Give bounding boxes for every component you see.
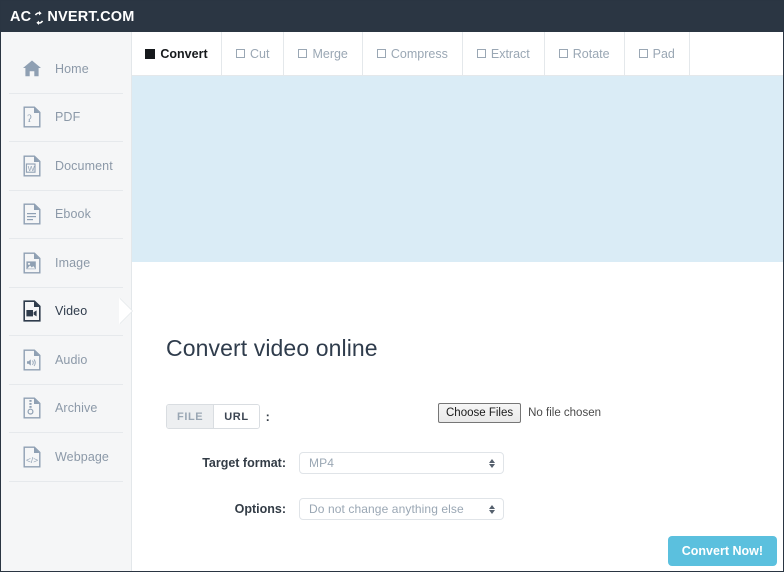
logo-text-prefix: AC (10, 8, 32, 25)
tab-compress[interactable]: Compress (363, 32, 463, 75)
source-toggle-group[interactable]: FILE URL (166, 404, 260, 429)
source-row: FILE URL : (166, 404, 270, 429)
sidebar-item-webpage[interactable]: </> Webpage (9, 433, 123, 482)
options-label: Options: (234, 502, 286, 516)
sidebar-item-pdf[interactable]: ʔ PDF (9, 94, 123, 142)
sidebar-item-image[interactable]: Image (9, 239, 123, 288)
sidebar-item-document[interactable]: W Document (9, 142, 123, 191)
source-toggle-file[interactable]: FILE (167, 405, 215, 428)
options-select[interactable]: Do not change anything else (299, 498, 504, 520)
svg-text:W: W (28, 164, 35, 173)
tab-label: Merge (312, 46, 348, 61)
sidebar-label: Home (55, 61, 89, 76)
app-window: AC NVERT.COM Home ʔ PDF W Document Ebook… (0, 0, 784, 572)
sidebar-item-home[interactable]: Home (9, 45, 123, 94)
file-status-text: No file chosen (528, 407, 601, 419)
sidebar-label: Video (55, 304, 88, 319)
webpage-code-icon: </> (21, 445, 43, 469)
checkbox-empty-icon (298, 49, 308, 58)
sidebar-label: Document (55, 158, 113, 173)
site-logo[interactable]: AC NVERT.COM (10, 9, 135, 25)
source-row-colon: : (265, 409, 270, 424)
pdf-file-icon: ʔ (21, 105, 43, 129)
tab-label: Pad (652, 46, 675, 61)
active-item-pointer (119, 298, 132, 325)
content-area: Convert Cut Merge Compress Extract Rotat… (132, 32, 783, 571)
ebook-file-icon (21, 202, 43, 226)
chevron-updown-icon (489, 456, 495, 470)
advertisement-banner (132, 76, 783, 262)
svg-text:ʔ: ʔ (27, 114, 32, 125)
archive-file-icon (21, 396, 43, 420)
sidebar-item-audio[interactable]: Audio (9, 336, 123, 385)
site-header: AC NVERT.COM (1, 1, 783, 32)
tab-extract[interactable]: Extract (463, 32, 545, 75)
file-upload-input[interactable]: Choose Files No file chosen (438, 403, 601, 423)
conversion-panel: Convert video online FILE URL : Choose F… (132, 262, 783, 571)
source-toggle-url[interactable]: URL (214, 405, 259, 428)
home-icon (21, 57, 43, 81)
sidebar: Home ʔ PDF W Document Ebook Image Video … (1, 32, 132, 571)
chevron-updown-icon (489, 502, 495, 516)
convert-now-button[interactable]: Convert Now! (667, 536, 777, 566)
operation-tabs: Convert Cut Merge Compress Extract Rotat… (132, 32, 783, 76)
choose-files-button[interactable]: Choose Files (438, 403, 522, 423)
tab-pad[interactable]: Pad (625, 32, 690, 75)
sidebar-label: Ebook (55, 207, 91, 222)
audio-file-icon (21, 348, 43, 372)
options-row: Options: Do not change anything else (166, 498, 504, 520)
tab-rotate[interactable]: Rotate (545, 32, 625, 75)
page-title: Convert video online (166, 335, 378, 361)
tab-cut[interactable]: Cut (222, 32, 285, 75)
tab-label: Convert (160, 46, 208, 61)
options-value: Do not change anything else (309, 502, 464, 516)
tabs-empty-space (690, 32, 783, 75)
target-format-value: MP4 (309, 456, 334, 470)
tab-convert[interactable]: Convert (132, 32, 222, 75)
sidebar-label: PDF (55, 110, 81, 125)
target-format-row: Target format: MP4 (166, 452, 504, 474)
checkbox-empty-icon (236, 49, 245, 58)
video-file-icon (21, 299, 43, 323)
word-document-icon: W (21, 154, 43, 178)
sidebar-label: Audio (55, 352, 88, 367)
sidebar-item-video[interactable]: Video (9, 288, 132, 336)
svg-text:</>: </> (26, 455, 38, 465)
checkbox-filled-icon (145, 48, 156, 59)
checkbox-empty-icon (376, 49, 386, 58)
refresh-circular-arrows-icon (32, 10, 46, 25)
sidebar-label: Archive (55, 401, 98, 416)
sidebar-label: Webpage (55, 449, 109, 464)
logo-text-suffix: NVERT.COM (47, 8, 135, 25)
tab-merge[interactable]: Merge (284, 32, 363, 75)
checkbox-empty-icon (476, 49, 486, 58)
tab-label: Cut (250, 46, 270, 61)
sidebar-item-archive[interactable]: Archive (9, 385, 123, 433)
tab-label: Extract (490, 46, 530, 61)
sidebar-item-ebook[interactable]: Ebook (9, 191, 123, 239)
tab-label: Rotate (572, 46, 610, 61)
sidebar-label: Image (55, 255, 91, 270)
checkbox-empty-icon (638, 49, 648, 58)
target-format-select[interactable]: MP4 (299, 452, 504, 474)
target-format-label: Target format: (202, 456, 286, 470)
checkbox-empty-icon (558, 49, 568, 58)
image-file-icon (21, 251, 43, 275)
tab-label: Compress (390, 46, 448, 61)
